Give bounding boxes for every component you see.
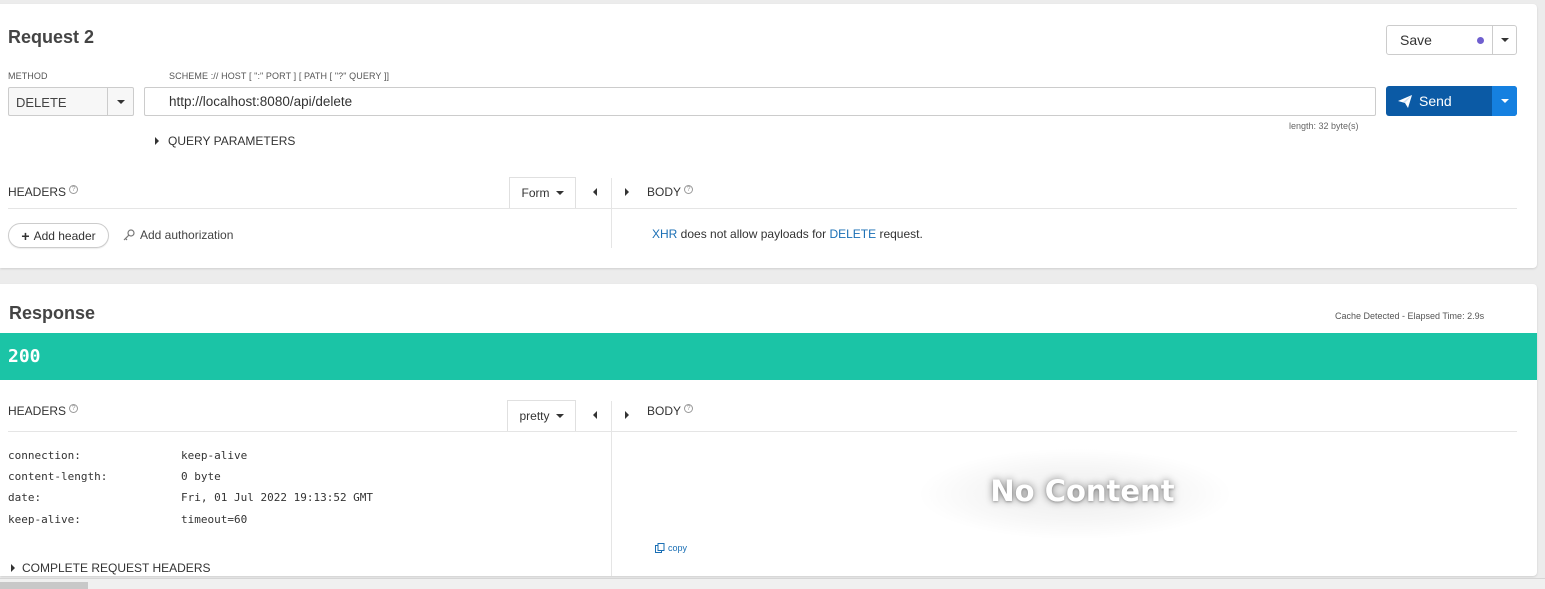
url-length: length: 32 byte(s): [1289, 121, 1359, 131]
add-header-button[interactable]: + Add header: [8, 223, 109, 248]
copy-label: copy: [668, 543, 688, 553]
send-button-group: Send: [1386, 86, 1517, 116]
chevron-down-icon: [1500, 99, 1509, 103]
add-authorization-link[interactable]: Add authorization: [123, 228, 233, 242]
paper-plane-icon: [1398, 94, 1412, 108]
method-select[interactable]: DELETE: [8, 87, 134, 116]
save-button-group: Save: [1386, 25, 1517, 55]
request-body-heading: BODY?: [647, 185, 694, 199]
add-header-label: Add header: [33, 228, 96, 243]
request-headers-heading: HEADERS?: [8, 185, 79, 199]
help-icon[interactable]: ?: [684, 185, 694, 194]
key-icon: [123, 229, 135, 241]
method-value: DELETE: [16, 95, 67, 110]
scrollbar-thumb[interactable]: [0, 582, 88, 589]
add-authorization-label: Add authorization: [140, 228, 234, 242]
chevron-down-icon: [1501, 38, 1509, 42]
copy-button[interactable]: copy: [655, 543, 687, 553]
send-button[interactable]: Send: [1386, 86, 1492, 116]
headers-form-toggle[interactable]: Form: [509, 177, 576, 208]
send-options-button[interactable]: [1492, 86, 1517, 116]
chevron-down-icon: [117, 100, 125, 104]
query-parameters-toggle[interactable]: QUERY PARAMETERS: [155, 134, 295, 148]
save-options-button[interactable]: [1493, 26, 1517, 54]
chevron-right-icon: [11, 564, 15, 572]
query-parameters-label: QUERY PARAMETERS: [168, 134, 296, 148]
header-name: keep-alive:: [8, 513, 81, 526]
response-panel: Response Cache Detected - Elapsed Time: …: [0, 284, 1537, 576]
header-value: timeout=60: [181, 513, 248, 526]
header-name: content-length:: [8, 470, 108, 483]
save-button[interactable]: Save: [1387, 26, 1492, 54]
response-title: Response: [9, 303, 96, 323]
header-value: 0 byte: [181, 470, 221, 483]
xhr-link[interactable]: XHR: [652, 227, 677, 241]
chevron-right-icon: [155, 137, 159, 145]
collapse-left-icon[interactable]: [593, 411, 597, 419]
expand-right-icon[interactable]: [625, 411, 629, 419]
response-header-row: date:: [8, 491, 41, 504]
save-button-label: Save: [1400, 32, 1432, 48]
headers-format-toggle[interactable]: pretty: [507, 400, 576, 431]
url-input[interactable]: [144, 87, 1376, 116]
request-panel: Request 2 Save METHOD SCHEME :// HOST [ …: [0, 4, 1537, 268]
body-not-allowed-message: XHR does not allow payloads for DELETE r…: [652, 227, 923, 241]
help-icon[interactable]: ?: [684, 404, 694, 413]
header-value: Fri, 01 Jul 2022 19:13:52 GMT: [181, 491, 374, 504]
status-code: 200: [8, 346, 41, 367]
form-label: Form: [521, 186, 550, 200]
header-name: date:: [8, 491, 42, 504]
response-meta: Cache Detected - Elapsed Time: 2.9s: [1335, 311, 1485, 321]
header-value: keep-alive: [181, 449, 248, 462]
unsaved-dot-icon: [1477, 37, 1484, 44]
copy-icon: [655, 543, 665, 553]
complete-request-headers-toggle[interactable]: COMPLETE REQUEST HEADERS: [11, 561, 210, 575]
delete-link[interactable]: DELETE: [829, 227, 876, 241]
expand-right-icon[interactable]: [625, 188, 629, 196]
response-headers-heading: HEADERS?: [8, 404, 79, 418]
no-content-message: No Content: [990, 474, 1175, 508]
response-header-row: connection:: [8, 449, 81, 462]
complete-request-headers-label: COMPLETE REQUEST HEADERS: [22, 561, 211, 575]
chevron-down-icon: [555, 414, 564, 418]
collapse-left-icon[interactable]: [593, 188, 597, 196]
url-hint-label: SCHEME :// HOST [ ":" PORT ] [ PATH [ "?…: [169, 71, 390, 81]
header-name: connection:: [8, 449, 81, 462]
help-icon[interactable]: ?: [69, 185, 79, 194]
method-label: METHOD: [8, 71, 48, 81]
pretty-label: pretty: [519, 409, 550, 423]
plus-icon: +: [21, 227, 30, 244]
horizontal-scrollbar[interactable]: [0, 578, 1545, 589]
chevron-down-icon: [555, 191, 564, 195]
status-bar: 200: [0, 333, 1537, 380]
response-header-row: keep-alive:: [8, 513, 81, 526]
request-title: Request 2: [8, 27, 95, 47]
help-icon[interactable]: ?: [69, 404, 79, 413]
response-header-row: content-length:: [8, 470, 107, 483]
send-button-label: Send: [1419, 93, 1452, 109]
response-body-heading: BODY?: [647, 404, 694, 418]
